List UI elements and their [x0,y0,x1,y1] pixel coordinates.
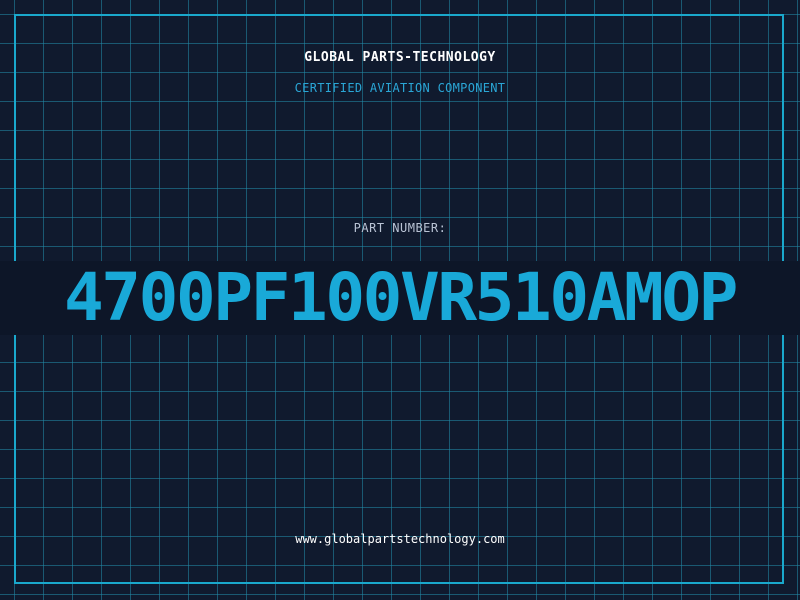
part-card: GLOBAL PARTS-TECHNOLOGY CERTIFIED AVIATI… [0,0,800,600]
certification-subtitle: CERTIFIED AVIATION COMPONENT [294,81,506,95]
part-number-band: 4700PF100VR510AMOP [0,261,800,335]
website-url: www.globalpartstechnology.com [295,532,505,546]
company-name: GLOBAL PARTS-TECHNOLOGY [304,50,496,65]
part-number-value: 4700PF100VR510AMOP [63,261,738,335]
part-number-label: PART NUMBER: [353,221,447,235]
